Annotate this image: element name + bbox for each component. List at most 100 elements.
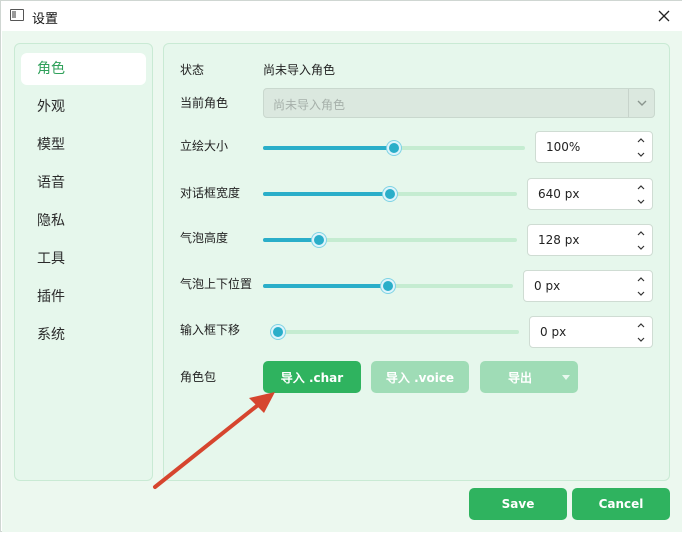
slider-thumb[interactable] — [387, 141, 401, 155]
chevron-down-icon — [637, 291, 645, 296]
dialog-width-spinbox[interactable] — [527, 178, 653, 210]
export-button[interactable]: 导出 — [480, 361, 578, 393]
spin-up-button[interactable] — [630, 271, 652, 286]
sidebar-item-label: 工具 — [37, 251, 65, 267]
sidebar-item-voice[interactable]: 语音 — [21, 167, 146, 199]
chevron-down-icon — [637, 100, 646, 106]
import-voice-label: 导入 .voice — [385, 370, 455, 385]
chevron-up-icon — [637, 137, 645, 142]
bubble-height-label: 气泡高度 — [180, 231, 229, 245]
spin-down-button[interactable] — [630, 286, 652, 301]
chevron-up-icon — [637, 184, 645, 189]
spin-up-button[interactable] — [630, 132, 652, 147]
slider-fill — [263, 238, 319, 242]
export-label: 导出 — [507, 370, 532, 385]
close-icon — [658, 10, 670, 22]
save-button[interactable]: Save — [469, 488, 567, 520]
dialog-client-area: 角色 外观 模型 语音 隐私 工具 插件 系统 状态 尚未导入角色 当前角色 尚… — [2, 31, 682, 532]
bubble-offset-field[interactable] — [524, 271, 630, 301]
sidebar-item-label: 角色 — [37, 61, 65, 77]
import-char-button[interactable]: 导入 .char — [263, 361, 361, 393]
current-role-placeholder: 尚未导入角色 — [273, 98, 346, 112]
dialog-width-slider[interactable] — [263, 186, 517, 202]
input-offset-spinbox[interactable] — [529, 316, 653, 348]
spin-down-button[interactable] — [630, 194, 652, 209]
chevron-down-icon — [637, 245, 645, 250]
sidebar-item-label: 模型 — [37, 137, 65, 153]
spin-down-button[interactable] — [630, 240, 652, 255]
import-voice-button[interactable]: 导入 .voice — [371, 361, 469, 393]
spin-up-button[interactable] — [630, 317, 652, 332]
sidebar-item-label: 外观 — [37, 99, 65, 115]
sidebar-item-system[interactable]: 系统 — [21, 319, 146, 351]
status-label: 状态 — [180, 63, 205, 77]
window-title: 设置 — [32, 12, 59, 27]
status-value: 尚未导入角色 — [263, 63, 336, 77]
input-offset-field[interactable] — [530, 317, 630, 347]
window-icon — [10, 9, 24, 21]
sidebar-item-plugins[interactable]: 插件 — [21, 281, 146, 313]
sidebar-item-tools[interactable]: 工具 — [21, 243, 146, 275]
sidebar-item-label: 隐私 — [37, 213, 65, 229]
bubble-offset-label: 气泡上下位置 — [180, 277, 253, 291]
chevron-up-icon — [637, 230, 645, 235]
dialog-width-field[interactable] — [528, 179, 630, 209]
slider-track — [271, 330, 519, 334]
sprite-size-field[interactable] — [536, 132, 630, 162]
combo-dropdown-button[interactable] — [628, 89, 654, 117]
input-offset-label: 输入框下移 — [180, 323, 241, 337]
chevron-up-icon — [637, 276, 645, 281]
close-button[interactable] — [651, 3, 677, 29]
slider-fill — [263, 284, 388, 288]
sprite-size-label: 立绘大小 — [180, 139, 229, 153]
slider-thumb[interactable] — [381, 279, 395, 293]
spin-down-button[interactable] — [630, 332, 652, 347]
bubble-offset-slider[interactable] — [263, 278, 513, 294]
role-settings-panel: 状态 尚未导入角色 当前角色 尚未导入角色 立绘大小 100% 对话框宽度 64… — [163, 43, 670, 481]
dialog-width-label: 对话框宽度 — [180, 186, 241, 200]
role-pack-label: 角色包 — [180, 370, 217, 384]
sidebar-item-appearance[interactable]: 外观 — [21, 91, 146, 123]
slider-fill — [263, 192, 390, 196]
sidebar-item-label: 插件 — [37, 289, 65, 305]
caret-down-icon — [562, 374, 570, 380]
settings-window: 设置 角色 外观 模型 语音 隐私 工具 插件 系统 状态 尚未导入角色 当前角… — [0, 0, 682, 532]
sidebar-item-role[interactable]: 角色 — [21, 53, 146, 85]
sprite-size-slider[interactable] — [263, 140, 525, 156]
chevron-down-icon — [637, 337, 645, 342]
spin-buttons — [630, 317, 652, 347]
sidebar-item-label: 系统 — [37, 327, 65, 343]
bubble-height-spinbox[interactable] — [527, 224, 653, 256]
spin-buttons — [630, 132, 652, 162]
spin-up-button[interactable] — [630, 179, 652, 194]
chevron-up-icon — [637, 322, 645, 327]
spin-buttons — [630, 179, 652, 209]
cancel-label: Cancel — [598, 497, 644, 511]
slider-fill — [263, 146, 394, 150]
slider-thumb[interactable] — [383, 187, 397, 201]
input-offset-slider[interactable] — [271, 324, 519, 340]
sprite-size-spinbox[interactable] — [535, 131, 653, 163]
export-dropdown-button[interactable] — [554, 361, 578, 393]
save-label: Save — [501, 497, 535, 511]
sidebar: 角色 外观 模型 语音 隐私 工具 插件 系统 — [14, 43, 153, 481]
sidebar-item-privacy[interactable]: 隐私 — [21, 205, 146, 237]
slider-thumb[interactable] — [271, 325, 285, 339]
spin-buttons — [630, 271, 652, 301]
bubble-height-field[interactable] — [528, 225, 630, 255]
chevron-down-icon — [637, 152, 645, 157]
bubble-height-slider[interactable] — [263, 232, 517, 248]
sidebar-item-label: 语音 — [37, 175, 65, 191]
slider-thumb[interactable] — [311, 233, 326, 247]
title-bar: 设置 — [1, 1, 682, 31]
current-role-select[interactable]: 尚未导入角色 — [263, 88, 655, 118]
spin-buttons — [630, 225, 652, 255]
sidebar-item-model[interactable]: 模型 — [21, 129, 146, 161]
spin-down-button[interactable] — [630, 147, 652, 162]
current-role-label: 当前角色 — [180, 96, 229, 110]
bubble-offset-spinbox[interactable] — [523, 270, 653, 302]
import-char-label: 导入 .char — [280, 370, 344, 385]
chevron-down-icon — [637, 199, 645, 204]
spin-up-button[interactable] — [630, 225, 652, 240]
cancel-button[interactable]: Cancel — [572, 488, 670, 520]
